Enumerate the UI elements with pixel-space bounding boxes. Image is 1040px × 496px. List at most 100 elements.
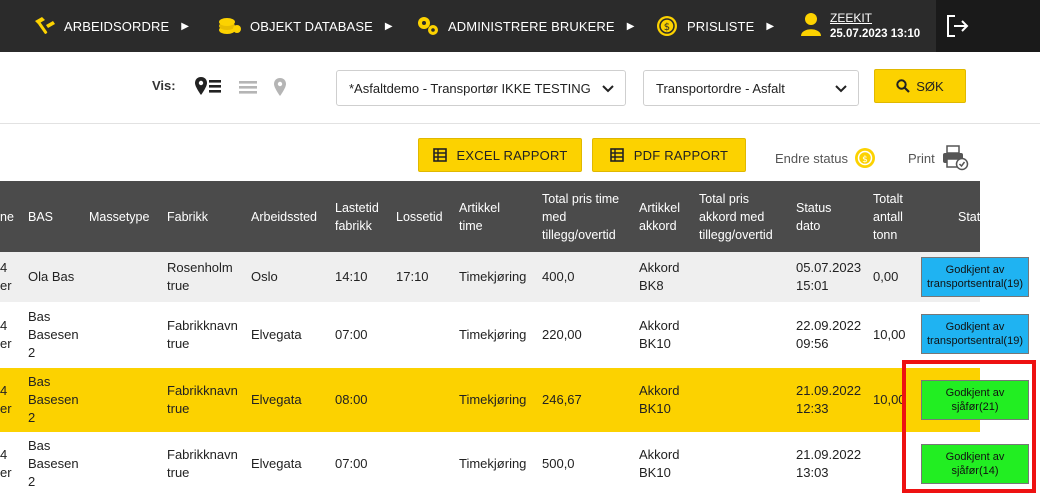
cell-truncated: 4 er xyxy=(0,318,12,351)
cell-artikkel-time: Timekjøring xyxy=(459,269,527,284)
cell-status-dato: 21.09.2022 13:03 xyxy=(796,447,862,480)
col-header-fabrikk[interactable]: Fabrikk xyxy=(167,181,208,252)
user-icon xyxy=(800,11,822,42)
cell-truncated: 4 er xyxy=(0,260,12,293)
list-view-icon[interactable] xyxy=(238,76,258,98)
caret-right-icon: ▶ xyxy=(181,20,190,32)
cell-artikkel-akkord: Akkord BK8 xyxy=(639,260,680,293)
col-header-totalt-tonn[interactable]: Totalt antall tonn xyxy=(873,181,913,252)
cell-arbeidssted: Elvegata xyxy=(251,456,302,471)
nav-administrere-brukere[interactable]: ADMINISTRERE BRUKERE ▶ xyxy=(416,0,635,52)
svg-text:$: $ xyxy=(862,155,868,165)
cell-artikkel-time: Timekjøring xyxy=(459,327,527,342)
cell-bas: Bas Basesen 2 xyxy=(28,309,79,360)
status-coin-icon: $ xyxy=(855,148,875,168)
excel-report-label: EXCEL RAPPORT xyxy=(456,147,568,163)
user-name[interactable]: ZEEKIT xyxy=(830,10,920,26)
cell-total-pris-time: 220,00 xyxy=(542,327,582,342)
col-header-artikkel-akkord[interactable]: Artikkel akkord xyxy=(639,181,687,252)
highlight-box xyxy=(902,360,1036,493)
company-select[interactable]: *Asfaltdemo - Transportør IKKE TESTING xyxy=(336,70,626,106)
document-icon xyxy=(609,148,624,162)
cell-lastetid: 08:00 xyxy=(335,392,368,407)
cell-totalt-tonn: 10,00 xyxy=(873,392,906,407)
caret-right-icon: ▶ xyxy=(626,20,635,32)
cell-fabrikk: Rosenholm true xyxy=(167,260,233,293)
caret-right-icon: ▶ xyxy=(384,20,393,32)
cell-total-pris-time: 246,67 xyxy=(542,392,582,407)
cell-bas: Bas Basesen 2 xyxy=(28,438,79,489)
col-header-lossetid[interactable]: Lossetid xyxy=(396,181,443,252)
table-row[interactable]: 4 er Bas Basesen 2 Fabrikknavn true Elve… xyxy=(0,368,1029,432)
user-datetime: 25.07.2023 13:10 xyxy=(830,28,921,40)
col-header-total-pris-time[interactable]: Total pris time med tillegg/overtid xyxy=(542,181,630,252)
order-type-select[interactable]: Transportordre - Asfalt xyxy=(643,70,859,106)
col-header-artikkel-time[interactable]: Artikkel time xyxy=(459,181,509,252)
cell-total-pris-time: 400,0 xyxy=(542,269,575,284)
top-navigation: ARBEIDSORDRE ▶ OBJEKT DATABASE ▶ ADMINIS… xyxy=(0,0,1040,52)
change-status-label: Endre status xyxy=(775,150,848,166)
cell-artikkel-akkord: Akkord BK10 xyxy=(639,383,680,416)
col-header-truncated[interactable]: ne xyxy=(0,181,14,252)
cell-artikkel-akkord: Akkord BK10 xyxy=(639,447,680,480)
col-header-status-dato[interactable]: Status dato xyxy=(796,181,836,252)
search-icon xyxy=(896,79,911,93)
col-header-status[interactable]: Status xyxy=(958,181,993,252)
user-menu[interactable]: ZEEKIT 25.07.2023 13:10 xyxy=(800,8,920,44)
pdf-report-label: PDF RAPPORT xyxy=(633,147,729,163)
search-button-label: SØK xyxy=(916,78,944,94)
logout-icon xyxy=(947,15,969,37)
nav-objekt-database-label: OBJEKT DATABASE xyxy=(250,18,373,34)
cell-arbeidssted: Elvegata xyxy=(251,327,302,342)
cell-total-pris-time: 500,0 xyxy=(542,456,575,471)
spreadsheet-icon xyxy=(432,148,447,162)
vis-label: Vis: xyxy=(152,78,176,93)
cell-artikkel-time: Timekjøring xyxy=(459,392,527,407)
search-button[interactable]: SØK xyxy=(874,69,966,103)
pdf-report-button[interactable]: PDF RAPPORT xyxy=(592,138,746,172)
nav-arbeidsordre[interactable]: ARBEIDSORDRE ▶ xyxy=(32,0,189,52)
print-button[interactable]: Print xyxy=(908,145,969,171)
coins-icon xyxy=(218,14,242,38)
gears-icon xyxy=(416,14,440,38)
nav-arbeidsordre-label: ARBEIDSORDRE xyxy=(64,18,170,34)
table-row[interactable]: 4 er Bas Basesen 2 Fabrikknavn true Elve… xyxy=(0,432,1029,496)
svg-text:$: $ xyxy=(664,22,670,33)
chevron-down-icon xyxy=(835,85,847,93)
col-header-bas[interactable]: BAS xyxy=(28,181,53,252)
cell-truncated: 4 er xyxy=(0,447,12,480)
cell-fabrikk: Fabrikknavn true xyxy=(167,383,238,416)
table-header: ne BAS Massetype Fabrikk Arbeidssted Las… xyxy=(0,181,993,252)
cell-bas: Bas Basesen 2 xyxy=(28,374,79,425)
status-button[interactable]: Godkjent av transportsentral(19) xyxy=(921,314,1029,354)
table-row[interactable]: 4 er Bas Basesen 2 Fabrikknavn true Elve… xyxy=(0,302,1029,368)
hammer-icon xyxy=(32,14,56,38)
table-row[interactable]: 4 er Ola Bas Rosenholm true Oslo 14:10 1… xyxy=(0,252,1029,302)
col-header-arbeidssted[interactable]: Arbeidssted xyxy=(251,181,317,252)
cell-arbeidssted: Oslo xyxy=(251,269,278,284)
print-label: Print xyxy=(908,150,935,166)
logout-button[interactable] xyxy=(936,0,1040,52)
nav-objekt-database[interactable]: OBJEKT DATABASE ▶ xyxy=(218,0,393,52)
action-row: EXCEL RAPPORT PDF RAPPORT Endre status $… xyxy=(0,125,1040,181)
map-view-icon[interactable] xyxy=(272,76,288,98)
cell-totalt-tonn: 10,00 xyxy=(873,327,906,342)
cell-lastetid: 14:10 xyxy=(335,269,368,284)
nav-prisliste-label: PRISLISTE xyxy=(687,18,755,34)
money-icon: $ xyxy=(655,14,679,38)
col-header-lastetid[interactable]: Lastetid fabrikk xyxy=(335,181,383,252)
status-button[interactable]: Godkjent av transportsentral(19) xyxy=(921,257,1029,297)
cell-arbeidssted: Elvegata xyxy=(251,392,302,407)
col-header-total-pris-akkord[interactable]: Total pris akkord med tillegg/overtid xyxy=(699,181,787,252)
col-header-massetype[interactable]: Massetype xyxy=(89,181,149,252)
map-list-view-icon[interactable] xyxy=(194,76,222,98)
cell-status-dato: 22.09.2022 09:56 xyxy=(796,318,862,351)
nav-prisliste[interactable]: $ PRISLISTE ▶ xyxy=(655,0,774,52)
excel-report-button[interactable]: EXCEL RAPPORT xyxy=(418,138,582,172)
change-status-button[interactable]: Endre status $ xyxy=(775,147,876,169)
filter-bar: Vis: *Asfaltdemo - Transportør IKKE TEST… xyxy=(0,52,1040,124)
cell-lastetid: 07:00 xyxy=(335,456,368,471)
cell-status-dato: 05.07.2023 15:01 xyxy=(796,260,862,293)
nav-administrere-brukere-label: ADMINISTRERE BRUKERE xyxy=(448,18,615,34)
company-select-value: *Asfaltdemo - Transportør IKKE TESTING xyxy=(349,80,591,96)
